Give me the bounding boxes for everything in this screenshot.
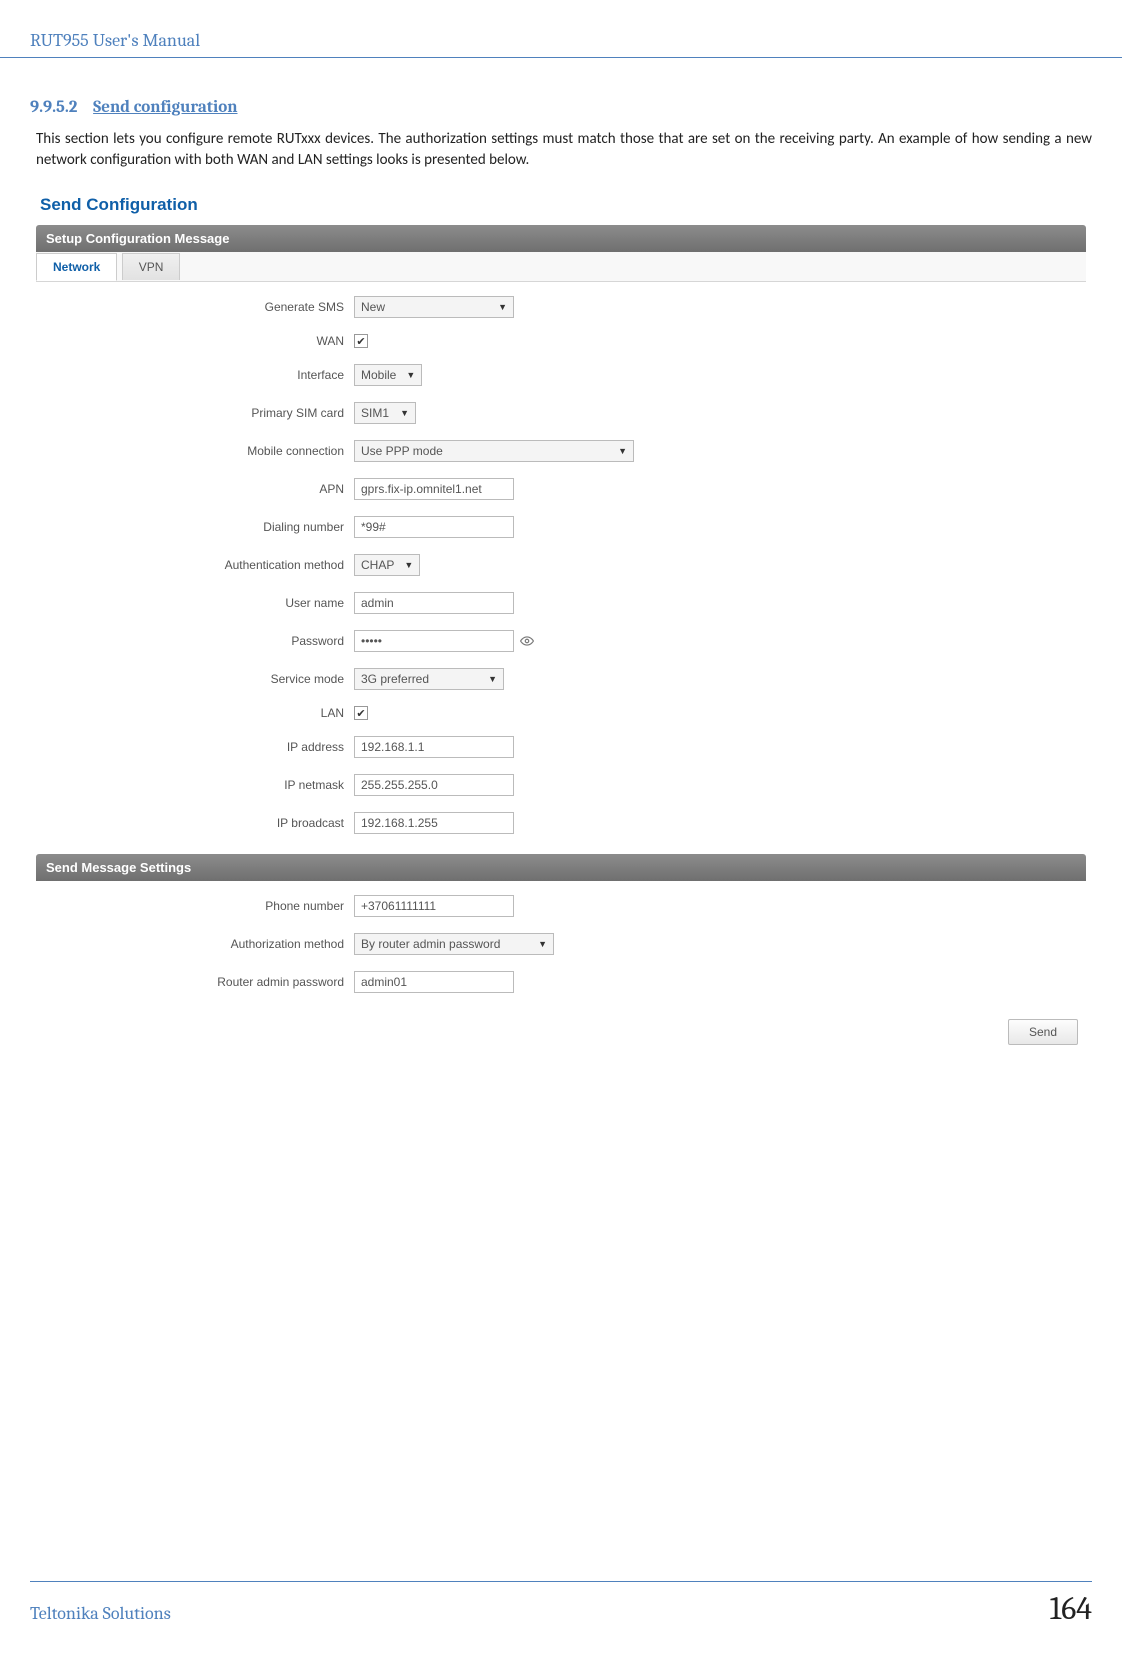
- select-primary-sim[interactable]: SIM1 ▼: [354, 402, 416, 424]
- page-header: RUT955 User's Manual: [0, 30, 1122, 58]
- chevron-down-icon: ▼: [400, 408, 409, 418]
- section-title: Send configuration: [93, 98, 237, 117]
- label-interface: Interface: [36, 368, 354, 382]
- label-apn: APN: [36, 482, 354, 496]
- label-phone-number: Phone number: [36, 899, 354, 913]
- select-mobile-connection-value: Use PPP mode: [361, 444, 443, 458]
- label-generate-sms: Generate SMS: [36, 300, 354, 314]
- label-authorization-method: Authorization method: [36, 937, 354, 951]
- label-ip-address: IP address: [36, 740, 354, 754]
- chevron-down-icon: ▼: [538, 939, 547, 949]
- select-authorization-method-value: By router admin password: [361, 937, 500, 951]
- input-ip-broadcast[interactable]: [354, 812, 514, 834]
- select-mobile-connection[interactable]: Use PPP mode ▼: [354, 440, 634, 462]
- label-dialing-number: Dialing number: [36, 520, 354, 534]
- label-password: Password: [36, 634, 354, 648]
- intro-paragraph: This section lets you configure remote R…: [0, 117, 1092, 189]
- label-user-name: User name: [36, 596, 354, 610]
- panel-setup-message: Setup Configuration Message: [36, 225, 1086, 252]
- select-authorization-method[interactable]: By router admin password ▼: [354, 933, 554, 955]
- input-ip-netmask[interactable]: [354, 774, 514, 796]
- footer-company: Teltonika Solutions: [30, 1603, 171, 1624]
- screenshot-panel: Send Configuration Setup Configuration M…: [36, 189, 1086, 1045]
- select-interface[interactable]: Mobile ▼: [354, 364, 422, 386]
- select-auth-method[interactable]: CHAP ▼: [354, 554, 420, 576]
- label-router-password: Router admin password: [36, 975, 354, 989]
- checkbox-lan[interactable]: ✔: [354, 706, 368, 720]
- label-service-mode: Service mode: [36, 672, 354, 686]
- input-phone-number[interactable]: [354, 895, 514, 917]
- input-apn[interactable]: [354, 478, 514, 500]
- chevron-down-icon: ▼: [618, 446, 627, 456]
- label-auth-method: Authentication method: [36, 558, 354, 572]
- section-heading: 9.9.5.2 Send configuration: [0, 98, 1092, 117]
- chevron-down-icon: ▼: [498, 302, 507, 312]
- label-ip-netmask: IP netmask: [36, 778, 354, 792]
- input-password[interactable]: [354, 630, 514, 652]
- chevron-down-icon: ▼: [406, 370, 415, 380]
- send-button[interactable]: Send: [1008, 1019, 1078, 1045]
- tab-network[interactable]: Network: [36, 253, 117, 281]
- page-footer: Teltonika Solutions 164: [30, 1581, 1092, 1627]
- label-primary-sim: Primary SIM card: [36, 406, 354, 420]
- page-number: 164: [1050, 1590, 1092, 1627]
- input-router-password[interactable]: [354, 971, 514, 993]
- input-ip-address[interactable]: [354, 736, 514, 758]
- select-service-mode[interactable]: 3G preferred ▼: [354, 668, 504, 690]
- input-dialing-number[interactable]: [354, 516, 514, 538]
- select-service-mode-value: 3G preferred: [361, 672, 429, 686]
- label-ip-broadcast: IP broadcast: [36, 816, 354, 830]
- select-generate-sms[interactable]: New ▼: [354, 296, 514, 318]
- label-wan: WAN: [36, 334, 354, 348]
- eye-icon[interactable]: [520, 634, 534, 648]
- input-user-name[interactable]: [354, 592, 514, 614]
- panel-send-settings: Send Message Settings: [36, 854, 1086, 881]
- tabs-row: Network VPN: [36, 252, 1086, 282]
- select-interface-value: Mobile: [361, 368, 396, 382]
- tab-vpn[interactable]: VPN: [122, 253, 181, 280]
- ui-title: Send Configuration: [36, 189, 1086, 225]
- label-mobile-connection: Mobile connection: [36, 444, 354, 458]
- label-lan: LAN: [36, 706, 354, 720]
- checkbox-wan[interactable]: ✔: [354, 334, 368, 348]
- chevron-down-icon: ▼: [404, 560, 413, 570]
- select-auth-method-value: CHAP: [361, 558, 394, 572]
- select-generate-sms-value: New: [361, 300, 385, 314]
- chevron-down-icon: ▼: [488, 674, 497, 684]
- select-primary-sim-value: SIM1: [361, 406, 389, 420]
- section-number: 9.9.5.2: [30, 98, 77, 117]
